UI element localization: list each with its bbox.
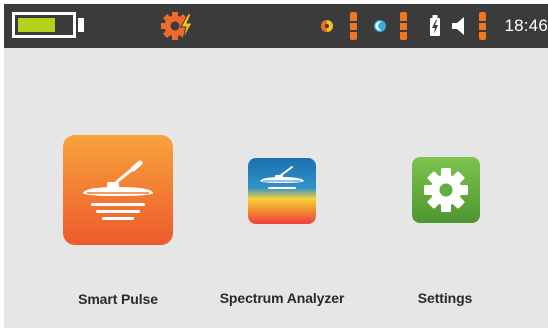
- smart-pulse-label[interactable]: Smart Pulse: [78, 291, 158, 307]
- discrimination-level-bar: [400, 12, 407, 40]
- battery-indicator: [12, 12, 76, 38]
- battery-level-fill: [18, 18, 55, 32]
- clock-time: 18:46: [504, 16, 548, 35]
- sensitivity-icon: [321, 20, 333, 32]
- gear-icon: [424, 168, 468, 212]
- gear-lightning-icon[interactable]: [159, 10, 201, 42]
- spectrum-analyzer-label[interactable]: Spectrum Analyzer: [220, 290, 345, 306]
- battery-tip: [78, 18, 84, 32]
- device-screen: 18:46 Smart Pulse Spectrum Analyzer Sett…: [4, 4, 548, 328]
- status-bar: 18:46: [4, 4, 548, 48]
- speaker-volume-icon: [452, 17, 464, 35]
- settings-label[interactable]: Settings: [418, 290, 473, 306]
- volume-level-bar: [479, 12, 486, 40]
- charging-battery-icon: [430, 15, 440, 36]
- settings-app-icon[interactable]: [412, 157, 480, 223]
- sensitivity-level-bar: [350, 12, 357, 40]
- discrimination-icon: [374, 20, 386, 32]
- spectrum-analyzer-app-icon[interactable]: [248, 158, 316, 224]
- smart-pulse-app-icon[interactable]: [63, 135, 173, 245]
